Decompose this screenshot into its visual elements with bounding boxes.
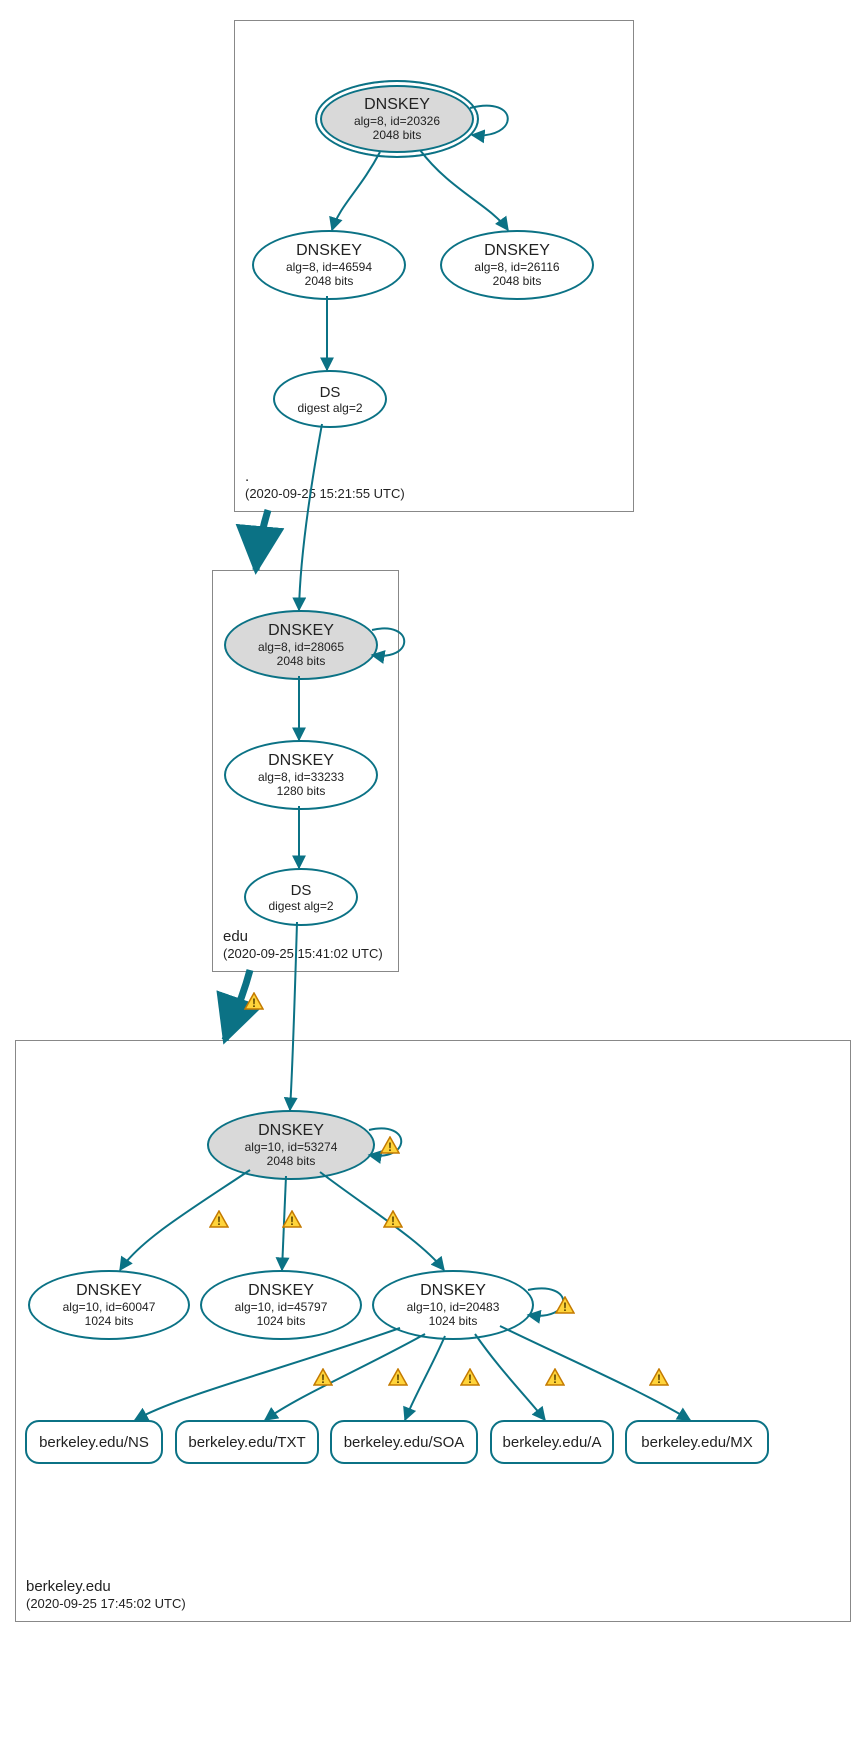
root-zsk1-title: DNSKEY [296, 242, 362, 260]
root-ksk-alg: alg=8, id=20326 [354, 114, 440, 128]
zone-edu-name: edu [223, 927, 383, 947]
root-zsk2-bits: 2048 bits [493, 274, 542, 288]
node-root-zsk2: DNSKEY alg=8, id=26116 2048 bits [440, 230, 594, 300]
node-rr-ns: berkeley.edu/NS [25, 1420, 163, 1464]
zone-root-label: . (2020-09-25 15:21:55 UTC) [245, 467, 405, 503]
root-zsk1-bits: 2048 bits [305, 274, 354, 288]
edu-ds-alg: digest alg=2 [268, 899, 333, 913]
bk-ksk-alg: alg=10, id=53274 [245, 1140, 338, 1154]
root-ds-title: DS [320, 384, 341, 401]
root-zsk2-title: DNSKEY [484, 242, 550, 260]
edu-ksk-title: DNSKEY [268, 622, 334, 640]
root-ksk-title: DNSKEY [364, 96, 430, 114]
root-zsk1-alg: alg=8, id=46594 [286, 260, 372, 274]
node-rr-a: berkeley.edu/A [490, 1420, 614, 1464]
edu-ksk-bits: 2048 bits [277, 654, 326, 668]
root-ksk-bits: 2048 bits [373, 128, 422, 142]
edu-zsk-title: DNSKEY [268, 752, 334, 770]
node-bk-zsk1: DNSKEY alg=10, id=60047 1024 bits [28, 1270, 190, 1340]
node-root-zsk1: DNSKEY alg=8, id=46594 2048 bits [252, 230, 406, 300]
rr-soa-label: berkeley.edu/SOA [344, 1434, 465, 1451]
node-bk-zsk2: DNSKEY alg=10, id=45797 1024 bits [200, 1270, 362, 1340]
bk-zsk3-alg: alg=10, id=20483 [407, 1300, 500, 1314]
edu-ds-title: DS [291, 882, 312, 899]
root-ds-alg: digest alg=2 [297, 401, 362, 415]
zone-edu-ts: (2020-09-25 15:41:02 UTC) [223, 946, 383, 963]
zone-root-ts: (2020-09-25 15:21:55 UTC) [245, 486, 405, 503]
bk-ksk-title: DNSKEY [258, 1122, 324, 1140]
zone-root-name: . [245, 467, 405, 487]
bk-zsk1-title: DNSKEY [76, 1282, 142, 1300]
node-edu-zsk: DNSKEY alg=8, id=33233 1280 bits [224, 740, 378, 810]
zone-berkeley-label: berkeley.edu (2020-09-25 17:45:02 UTC) [26, 1577, 186, 1613]
svg-text:!: ! [252, 996, 256, 1010]
bk-ksk-bits: 2048 bits [267, 1154, 316, 1168]
node-rr-txt: berkeley.edu/TXT [175, 1420, 319, 1464]
edu-zsk-bits: 1280 bits [277, 784, 326, 798]
zone-berkeley-name: berkeley.edu [26, 1577, 186, 1597]
bk-zsk3-title: DNSKEY [420, 1282, 486, 1300]
node-root-ds: DS digest alg=2 [273, 370, 387, 428]
bk-zsk1-bits: 1024 bits [85, 1314, 134, 1328]
node-edu-ds: DS digest alg=2 [244, 868, 358, 926]
bk-zsk2-bits: 1024 bits [257, 1314, 306, 1328]
node-edu-ksk: DNSKEY alg=8, id=28065 2048 bits [224, 610, 378, 680]
rr-mx-label: berkeley.edu/MX [641, 1434, 752, 1451]
bk-zsk3-bits: 1024 bits [429, 1314, 478, 1328]
zone-berkeley-ts: (2020-09-25 17:45:02 UTC) [26, 1596, 186, 1613]
edu-ksk-alg: alg=8, id=28065 [258, 640, 344, 654]
rr-ns-label: berkeley.edu/NS [39, 1434, 149, 1451]
root-zsk2-alg: alg=8, id=26116 [474, 260, 559, 274]
warning-icon: ! [244, 992, 264, 1010]
bk-zsk2-alg: alg=10, id=45797 [235, 1300, 328, 1314]
rr-a-label: berkeley.edu/A [503, 1434, 602, 1451]
node-rr-mx: berkeley.edu/MX [625, 1420, 769, 1464]
node-bk-zsk3: DNSKEY alg=10, id=20483 1024 bits [372, 1270, 534, 1340]
node-bk-ksk: DNSKEY alg=10, id=53274 2048 bits [207, 1110, 375, 1180]
bk-zsk2-title: DNSKEY [248, 1282, 314, 1300]
node-rr-soa: berkeley.edu/SOA [330, 1420, 478, 1464]
zone-edu-label: edu (2020-09-25 15:41:02 UTC) [223, 927, 383, 963]
edu-zsk-alg: alg=8, id=33233 [258, 770, 344, 784]
bk-zsk1-alg: alg=10, id=60047 [63, 1300, 156, 1314]
node-root-ksk: DNSKEY alg=8, id=20326 2048 bits [315, 80, 479, 158]
rr-txt-label: berkeley.edu/TXT [188, 1434, 305, 1451]
